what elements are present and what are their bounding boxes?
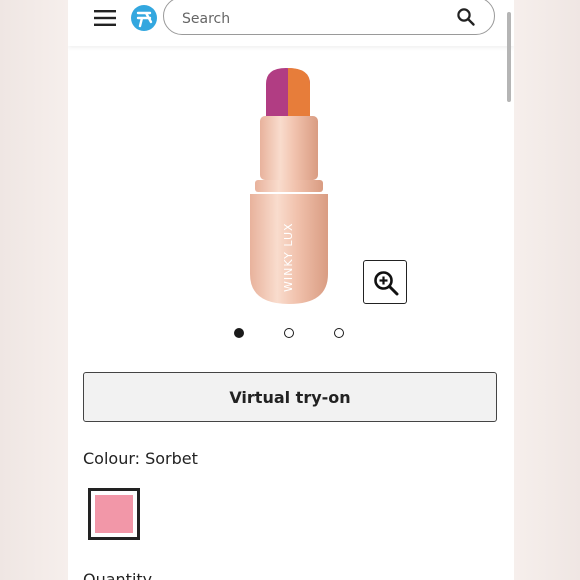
mobile-page: WINKY LUX Virtual try-on Colour: Sorbet … — [68, 0, 514, 580]
lipstick-product-image: WINKY LUX — [250, 68, 328, 304]
hamburger-menu-icon[interactable] — [94, 9, 116, 27]
quantity-label: Quantity — [83, 570, 153, 580]
search-icon[interactable] — [456, 7, 476, 27]
swatch-fill — [95, 495, 133, 533]
search-bar — [163, 0, 495, 35]
virtual-tryon-button[interactable]: Virtual try-on — [83, 372, 497, 422]
background-right — [514, 0, 580, 580]
brand-print: WINKY LUX — [282, 222, 295, 292]
carousel-dot-1[interactable] — [234, 328, 244, 338]
carousel-dot-2[interactable] — [284, 328, 294, 338]
background-left — [0, 0, 68, 580]
search-input[interactable] — [180, 6, 444, 32]
colour-label: Colour: Sorbet — [83, 449, 198, 468]
brand-logo-icon[interactable] — [130, 4, 158, 32]
carousel-dot-3[interactable] — [334, 328, 344, 338]
zoom-in-icon — [374, 271, 399, 296]
zoom-button[interactable] — [363, 260, 407, 304]
scrollbar[interactable] — [507, 12, 511, 102]
top-header — [68, 0, 514, 46]
colour-swatch-sorbet[interactable] — [88, 488, 140, 540]
